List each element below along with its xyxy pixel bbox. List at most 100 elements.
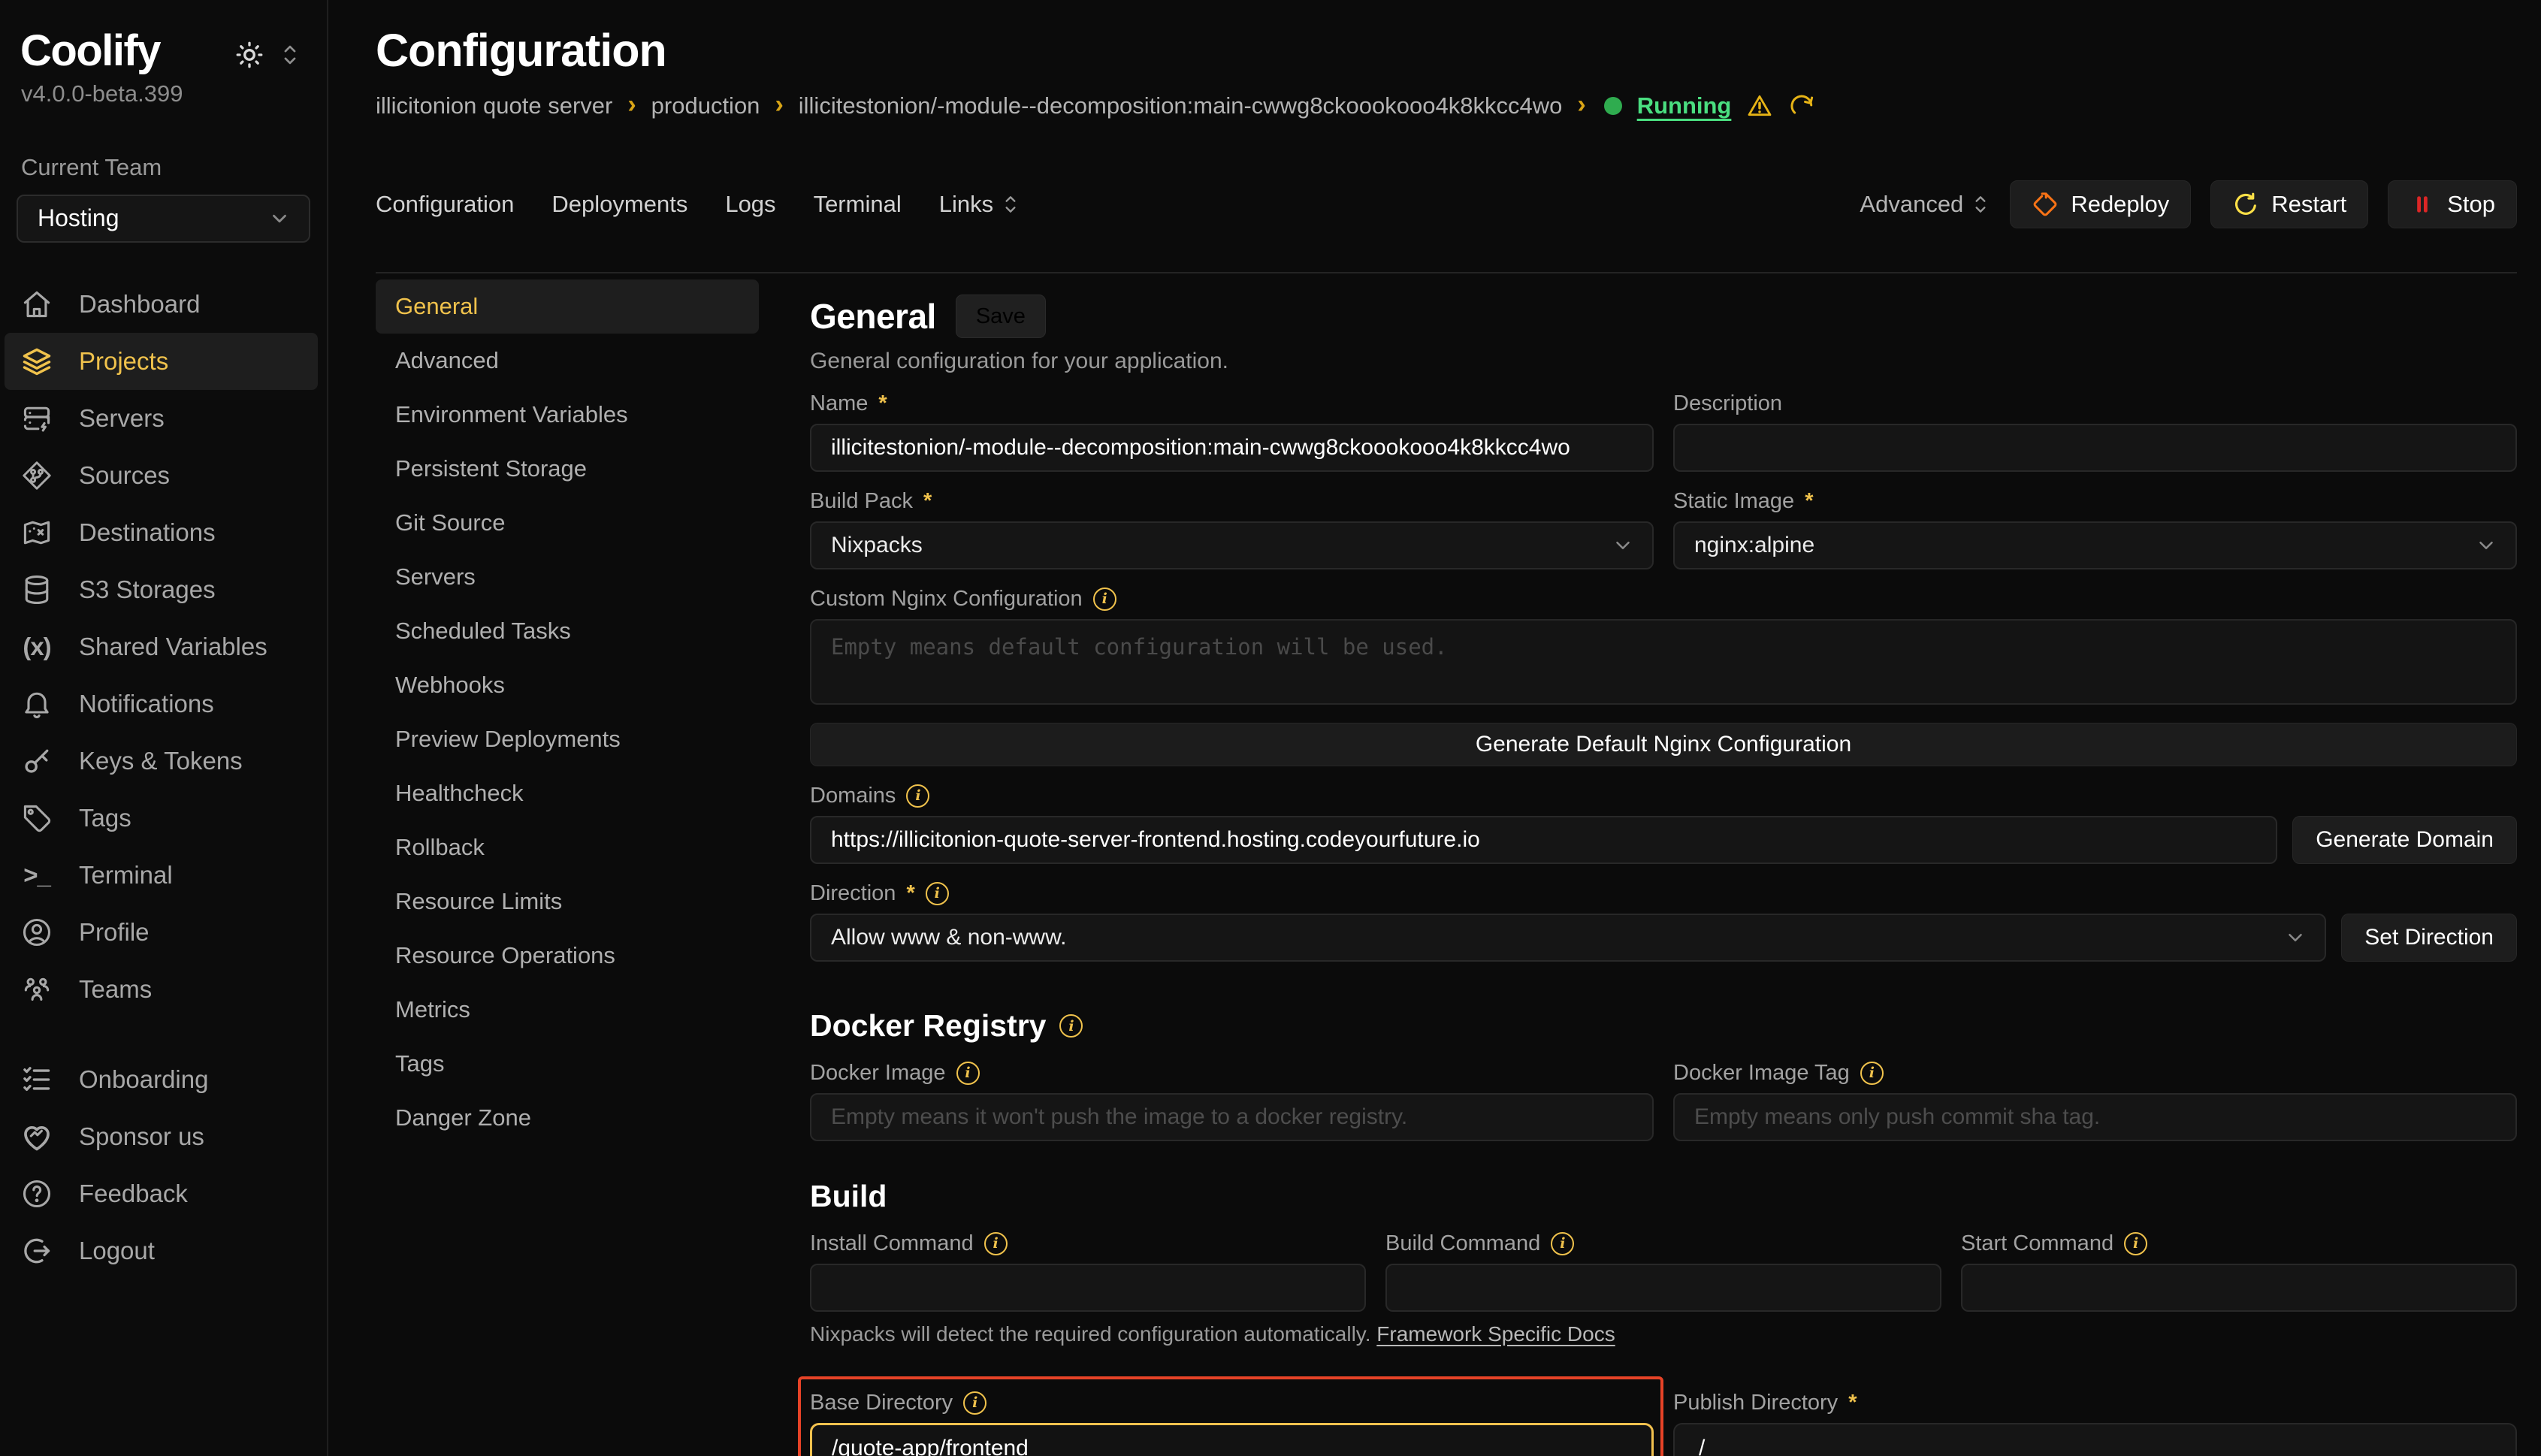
base-directory-input[interactable] — [810, 1423, 1654, 1456]
sidebar-item-profile[interactable]: Profile — [0, 904, 327, 961]
static-image-select[interactable]: nginx:alpine — [1673, 521, 2517, 569]
name-input[interactable] — [810, 424, 1654, 472]
sidebar-item-tags[interactable]: Tags — [0, 790, 327, 847]
sidebar-nav: Dashboard Projects Servers Sources Desti… — [0, 276, 327, 1018]
info-icon[interactable]: i — [963, 1391, 986, 1415]
sidebar-item-logout[interactable]: Logout — [0, 1222, 327, 1279]
redeploy-button[interactable]: Redeploy — [2010, 180, 2191, 228]
install-command-label: Install Command — [810, 1231, 974, 1256]
start-command-label: Start Command — [1961, 1231, 2113, 1256]
info-icon[interactable]: i — [984, 1232, 1008, 1255]
subnav-item-resource-limits[interactable]: Resource Limits — [376, 875, 759, 929]
framework-docs-link[interactable]: Framework Specific Docs — [1376, 1322, 1615, 1346]
info-icon[interactable]: i — [1860, 1062, 1884, 1085]
subnav-item-servers[interactable]: Servers — [376, 550, 759, 604]
subnav-item-git-source[interactable]: Git Source — [376, 496, 759, 550]
sidebar-item-label: Feedback — [79, 1180, 188, 1208]
warning-triangle-icon[interactable] — [1746, 92, 1773, 119]
set-direction-button[interactable]: Set Direction — [2341, 914, 2517, 962]
description-input[interactable] — [1673, 424, 2517, 472]
sidebar-item-sponsor-us[interactable]: Sponsor us — [0, 1108, 327, 1165]
variables-icon: (x) — [20, 633, 53, 661]
tab-links[interactable]: Links — [939, 191, 1020, 218]
advanced-dropdown[interactable]: Advanced — [1860, 191, 1990, 218]
tab-logs[interactable]: Logs — [725, 191, 775, 218]
sidebar-item-keys-tokens[interactable]: Keys & Tokens — [0, 733, 327, 790]
redeploy-icon — [2032, 191, 2059, 218]
refresh-icon[interactable] — [1788, 92, 1815, 119]
subnav-item-persistent-storage[interactable]: Persistent Storage — [376, 442, 759, 496]
stop-pause-icon — [2410, 192, 2435, 217]
domains-input[interactable] — [810, 816, 2277, 864]
info-icon[interactable]: i — [1059, 1014, 1083, 1038]
subnav-item-scheduled-tasks[interactable]: Scheduled Tasks — [376, 604, 759, 658]
generate-domain-button[interactable]: Generate Domain — [2292, 816, 2517, 864]
info-icon[interactable]: i — [1551, 1232, 1574, 1255]
info-icon[interactable]: i — [926, 882, 949, 905]
custom-nginx-label: Custom Nginx Configuration — [810, 587, 1083, 612]
subnav-item-preview-deployments[interactable]: Preview Deployments — [376, 712, 759, 766]
status-running-link[interactable]: Running — [1637, 92, 1732, 119]
start-command-input[interactable] — [1961, 1264, 2517, 1312]
heart-hands-icon — [20, 1120, 53, 1153]
install-command-input[interactable] — [810, 1264, 1366, 1312]
subnav-item-webhooks[interactable]: Webhooks — [376, 658, 759, 712]
subnav-item-general[interactable]: General — [376, 279, 759, 334]
subnav-item-metrics[interactable]: Metrics — [376, 983, 759, 1037]
build-command-label: Build Command — [1385, 1231, 1540, 1256]
sidebar-item-sources[interactable]: Sources — [0, 447, 327, 504]
breadcrumb-application[interactable]: illicitestonion/-module--decomposition:m… — [799, 92, 1563, 119]
info-icon[interactable]: i — [1093, 588, 1116, 611]
tab-configuration[interactable]: Configuration — [376, 191, 514, 218]
docker-image-tag-input[interactable] — [1673, 1093, 2517, 1141]
direction-select[interactable]: Allow www & non-www. — [810, 914, 2326, 962]
sidebar-item-terminal[interactable]: >_ Terminal — [0, 847, 327, 904]
breadcrumb-project[interactable]: illicitonion quote server — [376, 92, 612, 119]
tab-terminal[interactable]: Terminal — [814, 191, 902, 218]
theme-sun-icon[interactable] — [234, 39, 265, 71]
chevron-down-icon — [2475, 534, 2497, 557]
build-command-input[interactable] — [1385, 1264, 1941, 1312]
sidebar-item-feedback[interactable]: Feedback — [0, 1165, 327, 1222]
sidebar-item-destinations[interactable]: Destinations — [0, 504, 327, 561]
generate-nginx-button[interactable]: Generate Default Nginx Configuration — [810, 723, 2517, 766]
sidebar-item-onboarding[interactable]: Onboarding — [0, 1051, 327, 1108]
subnav-item-healthcheck[interactable]: Healthcheck — [376, 766, 759, 820]
info-icon[interactable]: i — [956, 1062, 980, 1085]
publish-directory-input[interactable] — [1673, 1423, 2517, 1456]
build-pack-select[interactable]: Nixpacks — [810, 521, 1654, 569]
sidebar-item-label: Servers — [79, 404, 165, 433]
save-button[interactable]: Save — [956, 295, 1046, 338]
app-logo: Coolify — [20, 29, 160, 74]
sidebar-item-dashboard[interactable]: Dashboard — [0, 276, 327, 333]
git-icon — [20, 459, 53, 492]
tab-deployments[interactable]: Deployments — [551, 191, 687, 218]
sidebar-item-shared-variables[interactable]: (x) Shared Variables — [0, 618, 327, 675]
subnav-item-rollback[interactable]: Rollback — [376, 820, 759, 875]
tag-icon — [20, 802, 53, 835]
sidebar: Coolify v4.0.0-beta.399 Current Team Hos… — [0, 0, 328, 1456]
custom-nginx-textarea[interactable] — [810, 619, 2517, 705]
direction-label: Direction — [810, 881, 896, 906]
sidebar-item-notifications[interactable]: Notifications — [0, 675, 327, 733]
subnav-item-tags[interactable]: Tags — [376, 1037, 759, 1091]
breadcrumb-environment[interactable]: production — [651, 92, 760, 119]
subnav-item-environment-variables[interactable]: Environment Variables — [376, 388, 759, 442]
sidebar-item-servers[interactable]: Servers — [0, 390, 327, 447]
sidebar-item-s3-storages[interactable]: S3 Storages — [0, 561, 327, 618]
subnav-item-resource-operations[interactable]: Resource Operations — [376, 929, 759, 983]
restart-button[interactable]: Restart — [2210, 180, 2368, 228]
docker-image-input[interactable] — [810, 1093, 1654, 1141]
team-select[interactable]: Hosting — [17, 195, 310, 243]
subnav-item-advanced[interactable]: Advanced — [376, 334, 759, 388]
stop-button[interactable]: Stop — [2388, 180, 2517, 228]
chevrons-up-down-icon[interactable] — [279, 42, 301, 68]
header-divider — [376, 272, 2517, 273]
info-icon[interactable]: i — [2124, 1232, 2147, 1255]
breadcrumb-separator: › — [775, 92, 783, 120]
sidebar-item-projects[interactable]: Projects — [5, 333, 318, 390]
subnav-item-danger-zone[interactable]: Danger Zone — [376, 1091, 759, 1145]
info-icon[interactable]: i — [906, 784, 929, 808]
sidebar-item-teams[interactable]: Teams — [0, 961, 327, 1018]
page-title: Configuration — [376, 24, 2517, 77]
